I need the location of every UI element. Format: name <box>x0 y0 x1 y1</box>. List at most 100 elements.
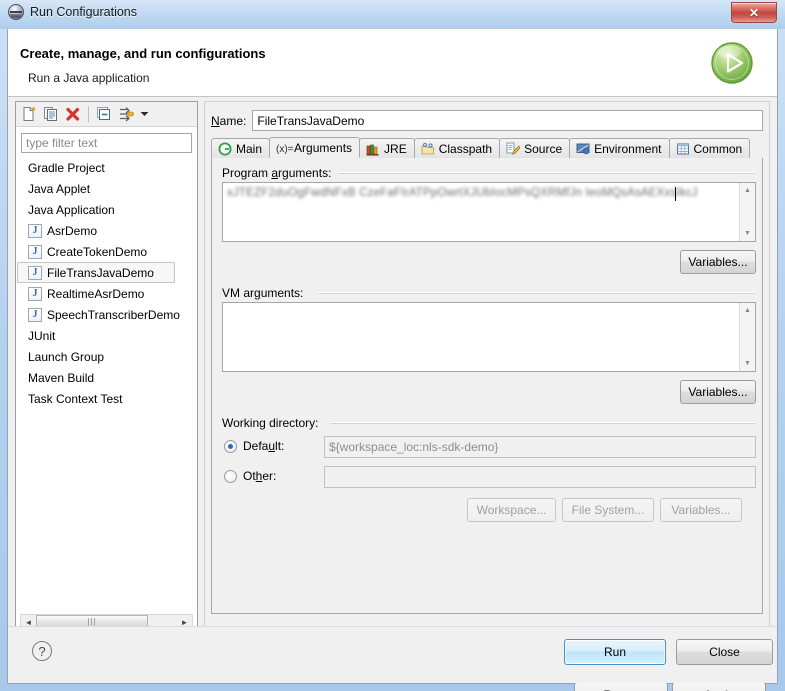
button-label: Run <box>603 645 626 659</box>
button-label: Variables... <box>688 385 748 399</box>
configurations-tree[interactable]: Gradle Project Java Applet Java Applicat… <box>17 157 196 612</box>
program-arguments-textarea[interactable]: xJTEZF2duOgFwdNFxB CzeFaFIrATPpOwrtXJUbI… <box>222 182 756 242</box>
tab-label: Classpath <box>438 141 493 156</box>
configurations-toolbar <box>16 102 197 127</box>
button-label: Variables... <box>671 503 731 517</box>
chevron-down-icon <box>140 112 149 116</box>
name-label: Name: <box>211 113 247 128</box>
file-system-browse-button[interactable]: File System... <box>562 498 654 522</box>
close-dialog-button[interactable]: Close <box>676 639 773 665</box>
tree-item-label: RealtimeAsrDemo <box>47 286 145 301</box>
tab-label: Arguments <box>294 140 353 155</box>
configuration-editor-panel: Name: Main <box>204 101 770 655</box>
scroll-up-arrow-icon[interactable]: ▲ <box>740 303 755 318</box>
tab-jre[interactable]: JRE <box>359 138 415 158</box>
toolbar-separator <box>88 106 89 122</box>
tree-item-task-context-test[interactable]: Task Context Test <box>17 388 192 409</box>
eclipse-run-icon <box>8 4 24 20</box>
tab-common[interactable]: Common <box>668 138 751 158</box>
name-row: Name: <box>211 110 763 131</box>
red-x-delete-icon <box>66 107 80 121</box>
dialog-body: Create, manage, and run configurations R… <box>7 29 778 691</box>
jre-books-icon <box>366 142 380 156</box>
dialog-button-bar: ? Run Close <box>8 626 777 683</box>
new-document-icon <box>23 107 36 121</box>
apply-button[interactable]: Apply <box>672 682 766 691</box>
run-button[interactable]: Run <box>564 639 666 665</box>
tree-item-launch-group[interactable]: Launch Group <box>17 346 192 367</box>
green-run-play-icon <box>709 40 755 86</box>
radio-label: Default: <box>243 439 285 453</box>
tree-item-label: AsrDemo <box>47 223 98 238</box>
delete-launch-configuration-button[interactable] <box>63 104 83 124</box>
program-arguments-group-line <box>338 172 756 174</box>
java-launch-config-icon <box>28 307 42 322</box>
working-directory-other-radio[interactable]: Other: <box>224 469 276 483</box>
tab-main[interactable]: Main <box>211 138 271 158</box>
duplicate-launch-configuration-button[interactable] <box>41 104 61 124</box>
program-arguments-variables-button[interactable]: Variables... <box>680 250 756 274</box>
revert-button[interactable]: Revert <box>574 682 668 691</box>
working-directory-label: Working directory: <box>222 416 323 430</box>
tab-label: Main <box>236 141 263 156</box>
tab-label: JRE <box>384 141 407 156</box>
tab-classpath[interactable]: Classpath <box>413 138 501 158</box>
dialog-content: Gradle Project Java Applet Java Applicat… <box>8 97 777 691</box>
tree-item-gradle-project[interactable]: Gradle Project <box>17 157 192 178</box>
scroll-up-arrow-icon[interactable]: ▲ <box>740 183 755 198</box>
title-bar: Run Configurations ✕ <box>0 0 785 29</box>
new-launch-configuration-button[interactable] <box>19 104 39 124</box>
button-label: File System... <box>571 503 645 517</box>
radio-indicator-icon <box>224 439 237 453</box>
tree-item-label: Launch Group <box>28 349 105 364</box>
filter-configurations-button[interactable] <box>116 104 136 124</box>
vm-arguments-label: VM arguments: <box>222 286 308 300</box>
tree-item-label: JUnit <box>28 328 56 343</box>
scroll-down-arrow-icon[interactable]: ▼ <box>740 226 755 241</box>
tab-environment[interactable]: Environment <box>569 138 670 158</box>
configurations-panel: Gradle Project Java Applet Java Applicat… <box>15 101 198 655</box>
tree-item-label: Java Applet <box>28 181 91 196</box>
button-label: Close <box>709 645 740 659</box>
view-menu-button[interactable] <box>138 104 151 124</box>
tree-item-createtokendemo[interactable]: CreateTokenDemo <box>17 241 192 262</box>
window-close-button[interactable]: ✕ <box>731 2 777 23</box>
tree-item-speechtranscriberdemo[interactable]: SpeechTranscriberDemo <box>17 304 192 325</box>
common-table-icon <box>676 142 690 156</box>
tree-item-asrdemo[interactable]: AsrDemo <box>17 220 192 241</box>
configuration-name-input[interactable] <box>252 110 763 131</box>
workspace-browse-button[interactable]: Workspace... <box>467 498 556 522</box>
working-directory-other-input[interactable] <box>324 466 756 488</box>
tree-item-maven-build[interactable]: Maven Build <box>17 367 192 388</box>
tab-source[interactable]: Source <box>499 138 571 158</box>
tree-item-java-application[interactable]: Java Application <box>17 199 192 220</box>
tree-item-label: Java Application <box>28 202 115 217</box>
tree-item-label: FileTransJavaDemo <box>47 265 154 280</box>
java-launch-config-icon <box>28 286 42 301</box>
tab-label: Common <box>693 141 743 156</box>
filter-arrows-icon <box>120 107 134 122</box>
vm-arguments-variables-button[interactable]: Variables... <box>680 380 756 404</box>
tree-item-realtimeasrdemo[interactable]: RealtimeAsrDemo <box>17 283 192 304</box>
collapse-all-button[interactable] <box>94 104 114 124</box>
working-directory-variables-button[interactable]: Variables... <box>660 498 742 522</box>
tree-item-filetransjavademo[interactable]: FileTransJavaDemo <box>17 262 175 283</box>
tree-item-junit[interactable]: JUnit <box>17 325 192 346</box>
help-button[interactable]: ? <box>32 641 52 661</box>
button-label: Workspace... <box>476 503 547 517</box>
java-launch-config-icon <box>28 265 42 280</box>
vm-arguments-scrollbar[interactable]: ▲ ▼ <box>739 303 755 371</box>
vm-arguments-textarea[interactable]: ▲ ▼ <box>222 302 756 372</box>
tree-item-java-applet[interactable]: Java Applet <box>17 178 192 199</box>
configuration-tabs: Main (x)= Arguments JRE Classpath Source… <box>211 137 763 159</box>
filter-input[interactable] <box>21 133 192 153</box>
java-launch-config-icon <box>28 244 42 259</box>
tab-label: Source <box>524 141 563 156</box>
program-arguments-value: xJTEZF2duOgFwdNFxB CzeFaFIrATPpOwrtXJUbI… <box>227 187 698 199</box>
tab-arguments[interactable]: (x)= Arguments <box>269 137 361 158</box>
radio-label: Other: <box>243 469 277 483</box>
vm-arguments-group-line <box>318 292 756 294</box>
program-arguments-scrollbar[interactable]: ▲ ▼ <box>739 183 755 241</box>
working-directory-default-radio[interactable]: Default: <box>224 439 284 453</box>
scroll-down-arrow-icon[interactable]: ▼ <box>740 356 755 371</box>
